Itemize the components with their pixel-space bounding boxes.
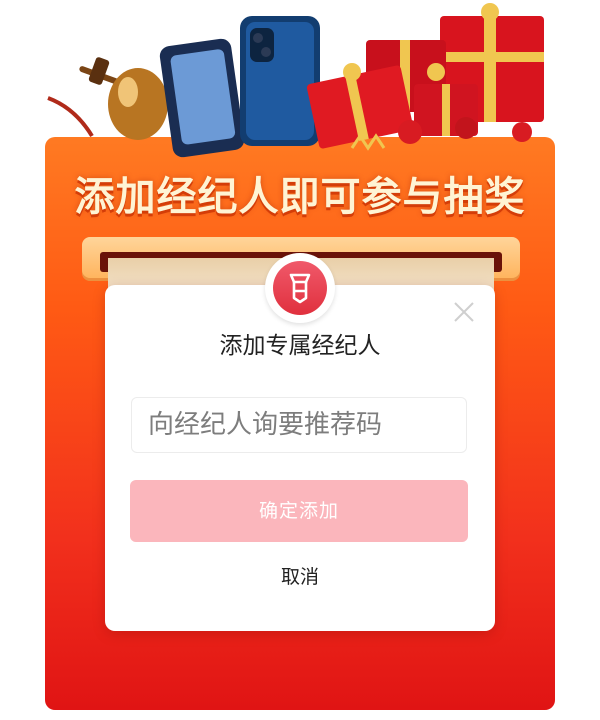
referral-code-field[interactable] [131,397,467,453]
cancel-button[interactable]: 取消 [105,562,495,589]
referral-code-input[interactable] [132,398,466,452]
golden-egg-icon [108,68,168,140]
close-icon [454,302,474,322]
smartphone-icon [159,16,320,158]
close-button[interactable] [450,298,478,326]
broker-badge-icon [273,261,327,315]
prize-illustration [47,3,544,158]
dialog-title: 添加专属经纪人 [219,333,381,359]
banner-title: 添加经纪人即可参与抽奖 [74,174,526,220]
confirm-add-button[interactable]: 确定添加 [130,480,468,542]
gift-boxes-icon [306,3,544,149]
